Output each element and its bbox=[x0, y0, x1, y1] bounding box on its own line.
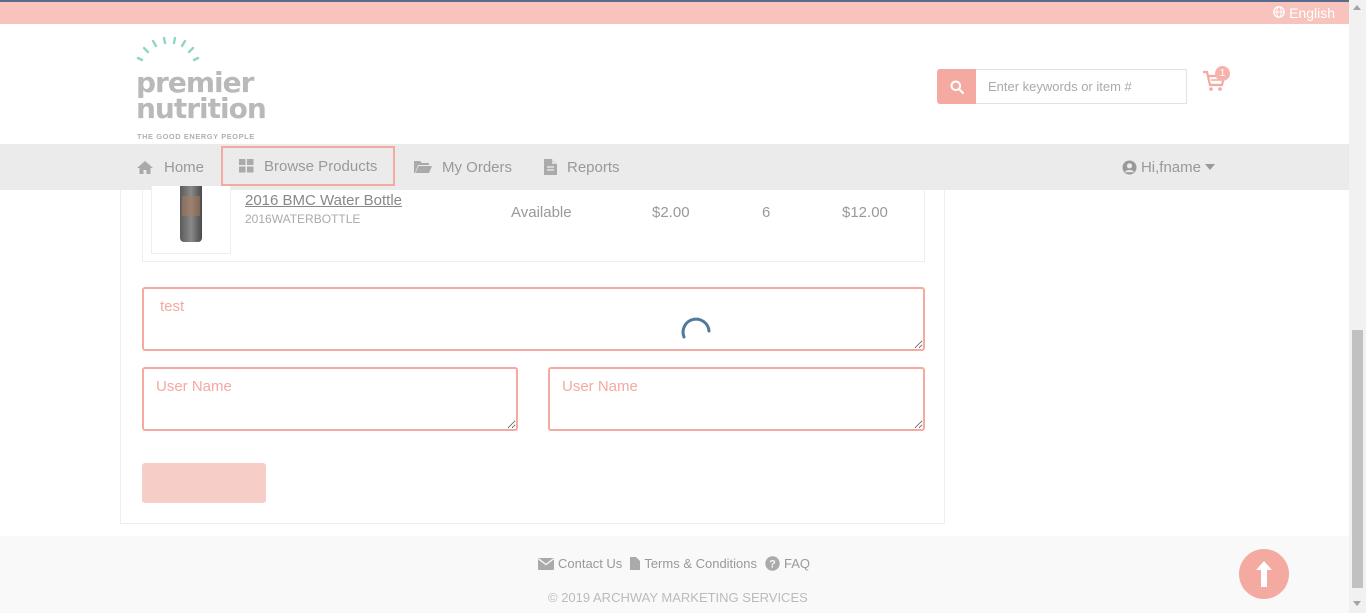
folder-icon bbox=[414, 161, 432, 173]
grid-icon bbox=[239, 159, 254, 173]
document-icon bbox=[544, 159, 557, 175]
nav-item-browse-products[interactable]: Browse Products bbox=[221, 146, 396, 186]
terms-link[interactable]: Terms & Conditions bbox=[630, 556, 757, 571]
search-button[interactable] bbox=[937, 69, 976, 104]
cart-button[interactable]: 1 bbox=[1202, 66, 1232, 100]
home-icon bbox=[137, 160, 153, 174]
product-name-link[interactable]: 2016 BMC Water Bottle bbox=[245, 192, 402, 209]
product-thumbnail[interactable] bbox=[151, 186, 231, 254]
brand-tagline: THE GOOD ENERGY PEOPLE bbox=[137, 132, 255, 141]
nav-item-label: My Orders bbox=[442, 158, 513, 176]
scroll-down-arrow-icon[interactable] bbox=[1353, 601, 1361, 606]
product-price: $2.00 bbox=[652, 204, 690, 221]
nav-item-my-orders[interactable]: My Orders bbox=[414, 144, 512, 190]
document-icon bbox=[630, 557, 641, 570]
scroll-to-top-button[interactable] bbox=[1239, 549, 1289, 599]
user-circle-icon bbox=[1122, 160, 1137, 174]
caret-down-icon bbox=[1205, 164, 1215, 170]
search-icon bbox=[950, 80, 964, 94]
svg-text:?: ? bbox=[769, 559, 776, 571]
user-greeting: Hi,fname bbox=[1140, 158, 1201, 176]
product-availability: Available bbox=[511, 204, 572, 221]
contact-link[interactable]: Contact Us bbox=[538, 556, 622, 571]
cart-line-item: 2016 BMC Water Bottle 2016WATERBOTTLE Av… bbox=[142, 186, 925, 262]
user-name-field-1[interactable] bbox=[142, 367, 518, 431]
comment-textarea[interactable]: test bbox=[142, 287, 925, 351]
order-panel: 2016 BMC Water Bottle 2016WATERBOTTLE Av… bbox=[120, 186, 945, 524]
terms-label: Terms & Conditions bbox=[644, 556, 758, 571]
scroll-up-arrow-icon[interactable] bbox=[1353, 5, 1361, 10]
header: premier nutrition THE GOOD ENERGY PEOPLE… bbox=[0, 24, 1349, 144]
nav-item-label: Reports bbox=[567, 158, 620, 176]
question-circle-icon: ? bbox=[765, 556, 780, 571]
nav-item-reports[interactable]: Reports bbox=[544, 144, 620, 190]
arrow-up-icon bbox=[1256, 561, 1272, 587]
envelope-icon bbox=[538, 557, 554, 570]
language-selector[interactable]: English bbox=[1273, 5, 1335, 21]
faq-link[interactable]: ? FAQ bbox=[765, 556, 810, 571]
submit-button[interactable] bbox=[142, 463, 266, 503]
page-scrollbar[interactable] bbox=[1349, 0, 1366, 613]
nav-item-home[interactable]: Home bbox=[136, 144, 204, 190]
faq-label: FAQ bbox=[784, 556, 811, 571]
main-nav: Home Browse Products My Orders Reports H… bbox=[0, 144, 1349, 190]
search-input[interactable] bbox=[976, 69, 1187, 104]
footer-links: Contact Us Terms & Conditions ? FAQ bbox=[538, 556, 810, 571]
top-bar: English bbox=[0, 0, 1349, 24]
loading-spinner-icon bbox=[681, 317, 711, 339]
user-menu[interactable]: Hi,fname bbox=[1122, 144, 1215, 190]
copyright-text: © 2019 ARCHWAY MARKETING SERVICES bbox=[548, 590, 808, 605]
brand-word-2: nutrition bbox=[136, 92, 267, 125]
water-bottle-image bbox=[180, 186, 202, 242]
language-label: English bbox=[1289, 5, 1335, 21]
product-total: $12.00 bbox=[842, 204, 888, 221]
nav-item-label: Home bbox=[164, 158, 205, 176]
scrollbar-thumb[interactable] bbox=[1352, 330, 1363, 588]
nav-item-label: Browse Products bbox=[264, 157, 378, 175]
cart-count-badge: 1 bbox=[1215, 66, 1230, 81]
product-quantity: 6 bbox=[762, 204, 771, 221]
globe-icon bbox=[1273, 5, 1285, 21]
sun-rays-icon bbox=[136, 36, 200, 62]
footer: Contact Us Terms & Conditions ? FAQ © 20… bbox=[0, 536, 1349, 613]
contact-label: Contact Us bbox=[558, 556, 623, 571]
user-name-field-2[interactable] bbox=[548, 367, 925, 431]
search-bar bbox=[937, 69, 1187, 104]
brand-logo[interactable]: premier nutrition THE GOOD ENERGY PEOPLE bbox=[136, 36, 276, 141]
product-sku: 2016WATERBOTTLE bbox=[245, 212, 361, 226]
